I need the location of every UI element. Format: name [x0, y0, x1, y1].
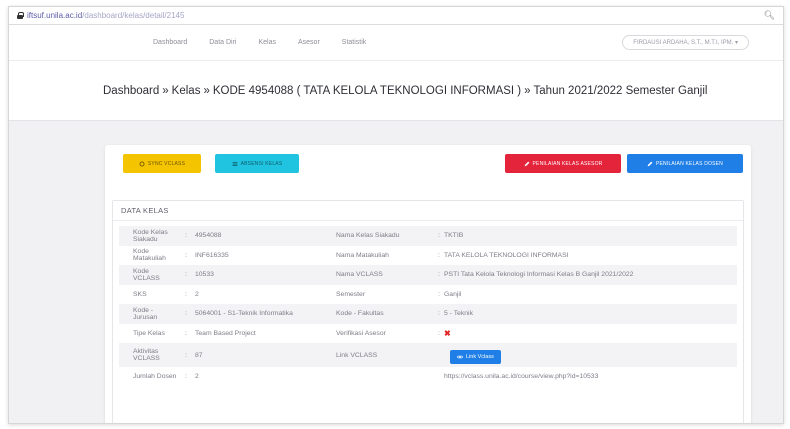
absensi-kelas-label: ABSENSI KELAS	[240, 160, 283, 167]
field-value: 87	[195, 351, 203, 359]
field-separator: :	[185, 329, 187, 337]
field-value: 4954088	[195, 232, 222, 240]
top-navigation: Dashboard Data Diri Kelas Asesor Statist…	[9, 25, 783, 61]
table-row: SKS : 2 Semester : Ganjil	[119, 285, 737, 305]
user-name: FIRDAUSI ARDAHA, S.T., M.T.I, IPM.	[633, 40, 734, 46]
breadcrumb-separator: »	[162, 84, 169, 97]
field-label: Nama Kelas Siakadu	[336, 232, 400, 240]
nav-item-dashboard[interactable]: Dashboard	[153, 39, 187, 46]
breadcrumb-separator: »	[524, 84, 531, 97]
field-label: Link VCLASS	[336, 351, 378, 359]
absensi-kelas-button[interactable]: ABSENSI KELAS	[215, 154, 299, 173]
sync-vclass-button[interactable]: SYNC VCLASS	[123, 154, 201, 173]
field-value: 2	[195, 290, 199, 298]
pencil-icon	[647, 161, 653, 166]
penilaian-asesor-label: PENILAIAN KELAS ASESOR	[532, 160, 603, 167]
field-value: 2	[195, 373, 199, 381]
penilaian-asesor-button[interactable]: PENILAIAN KELAS ASESOR	[505, 154, 621, 173]
panel-title: DATA KELAS	[113, 201, 743, 221]
table-row: Tipe Kelas : Team Based Project Verifika…	[119, 324, 737, 344]
field-label: Kode Matakuliah	[133, 248, 166, 263]
user-menu[interactable]: FIRDAUSI ARDAHA, S.T., M.T.I, IPM. ▾	[622, 35, 749, 50]
sync-icon	[139, 161, 145, 166]
field-value: 10533	[195, 271, 214, 279]
table-row: Jumlah Dosen : 2 https://vclass.unila.ac…	[119, 367, 737, 387]
table-row: Aktivitas VCLASS : 87 Link VCLASS Link V…	[119, 343, 737, 367]
table-row: Kode - Jurusan : 5064001 - S1-Teknik Inf…	[119, 304, 737, 324]
field-separator: :	[185, 351, 187, 359]
list-icon	[232, 161, 237, 166]
field-separator: :	[438, 290, 440, 298]
breadcrumb-kode: KODE 4954088 ( TATA KELOLA TEKNOLOGI INF…	[212, 84, 522, 97]
field-value: Team Based Project	[195, 329, 256, 337]
field-label: Jumlah Dosen	[133, 373, 177, 381]
field-separator: :	[438, 271, 440, 279]
pencil-icon	[524, 161, 529, 166]
field-separator: :	[438, 329, 440, 337]
link-vclass-label: Link Vclass	[466, 353, 494, 360]
field-label: SKS	[133, 290, 147, 298]
field-separator: :	[185, 251, 187, 259]
action-buttons: SYNC VCLASS ABSENSI KELAS PENILAIAN KELA…	[105, 145, 751, 181]
class-card: SYNC VCLASS ABSENSI KELAS PENILAIAN KELA…	[105, 145, 751, 423]
field-label: Kode - Jurusan	[133, 306, 158, 321]
breadcrumb: Dashboard » Kelas » KODE 4954088 ( TATA …	[9, 61, 783, 121]
field-label: Aktivitas VCLASS	[133, 348, 160, 362]
field-separator: :	[438, 251, 440, 259]
field-label: Kode VCLASS	[133, 267, 160, 282]
field-separator: :	[185, 232, 187, 240]
link-vclass-button[interactable]: Link Vclass	[450, 349, 501, 364]
breadcrumb-separator: »	[203, 84, 210, 97]
cross-icon: ✖	[444, 328, 451, 338]
link-icon	[457, 355, 463, 358]
chevron-down-icon: ▾	[734, 40, 738, 46]
field-label: Verifikasi Asesor	[336, 329, 386, 337]
table-row: Kode Kelas Siakadu : 4954088 Nama Kelas …	[119, 226, 737, 246]
field-separator: :	[185, 290, 187, 298]
field-value: INF616335	[195, 251, 229, 259]
penilaian-dosen-button[interactable]: PENILAIAN KELAS DOSEN	[627, 154, 743, 173]
nav-item-kelas[interactable]: Kelas	[258, 39, 276, 46]
field-separator: :	[185, 373, 187, 381]
url-host: iftsuf.unila.ac.id	[27, 11, 83, 20]
table-row: Kode Matakuliah : INF616335 Nama Matakul…	[119, 246, 737, 266]
table-row: Kode VCLASS : 10533 Nama VCLASS : PSTI T…	[119, 265, 737, 285]
data-kelas-table: Kode Kelas Siakadu : 4954088 Nama Kelas …	[113, 221, 743, 387]
nav-links: Dashboard Data Diri Kelas Asesor Statist…	[153, 39, 366, 46]
field-label: Tipe Kelas	[133, 329, 165, 337]
breadcrumb-tahun: Tahun 2021/2022 Semester Ganjil	[533, 84, 708, 97]
magnifier-icon[interactable]: 🔍︎	[764, 10, 775, 21]
field-separator: :	[438, 310, 440, 318]
lock-icon	[17, 12, 24, 19]
field-separator: :	[438, 232, 440, 240]
field-value: TKTIB	[444, 232, 464, 240]
breadcrumb-dashboard[interactable]: Dashboard	[103, 85, 159, 97]
address-bar[interactable]: iftsuf.unila.ac.id /dashboard/kelas/deta…	[9, 7, 783, 25]
field-value: TATA KELOLA TEKNOLOGI INFORMASI	[444, 251, 569, 259]
field-value: Ganjil	[444, 290, 462, 298]
url-path: /dashboard/kelas/detail/2145	[82, 11, 185, 20]
field-value: 5064001 - S1-Teknik Informatika	[195, 310, 293, 318]
field-value: 5 - Teknik	[444, 310, 473, 318]
sync-vclass-label: SYNC VCLASS	[147, 160, 186, 167]
field-separator: :	[185, 310, 187, 318]
field-label: Kode Kelas Siakadu	[133, 228, 168, 243]
data-kelas-panel: DATA KELAS Kode Kelas Siakadu : 4954088 …	[112, 200, 744, 423]
nav-item-statistik[interactable]: Statistik	[342, 39, 367, 46]
field-label: Nama Matakuliah	[336, 251, 389, 259]
vclass-url-link[interactable]: https://vclass.unila.ac.id/course/view.p…	[444, 373, 737, 380]
field-label: Nama VCLASS	[336, 271, 383, 279]
nav-item-asesor[interactable]: Asesor	[298, 39, 320, 46]
field-value: PSTI Tata Kelola Teknologi Informasi Kel…	[444, 271, 634, 279]
breadcrumb-kelas[interactable]: Kelas	[172, 85, 201, 97]
browser-window: iftsuf.unila.ac.id /dashboard/kelas/deta…	[8, 6, 784, 424]
field-label: Semester	[336, 290, 366, 298]
nav-item-data-diri[interactable]: Data Diri	[209, 39, 236, 46]
field-separator: :	[185, 271, 187, 279]
field-label: Kode - Fakultas	[336, 310, 384, 318]
penilaian-dosen-label: PENILAIAN KELAS DOSEN	[655, 160, 723, 167]
